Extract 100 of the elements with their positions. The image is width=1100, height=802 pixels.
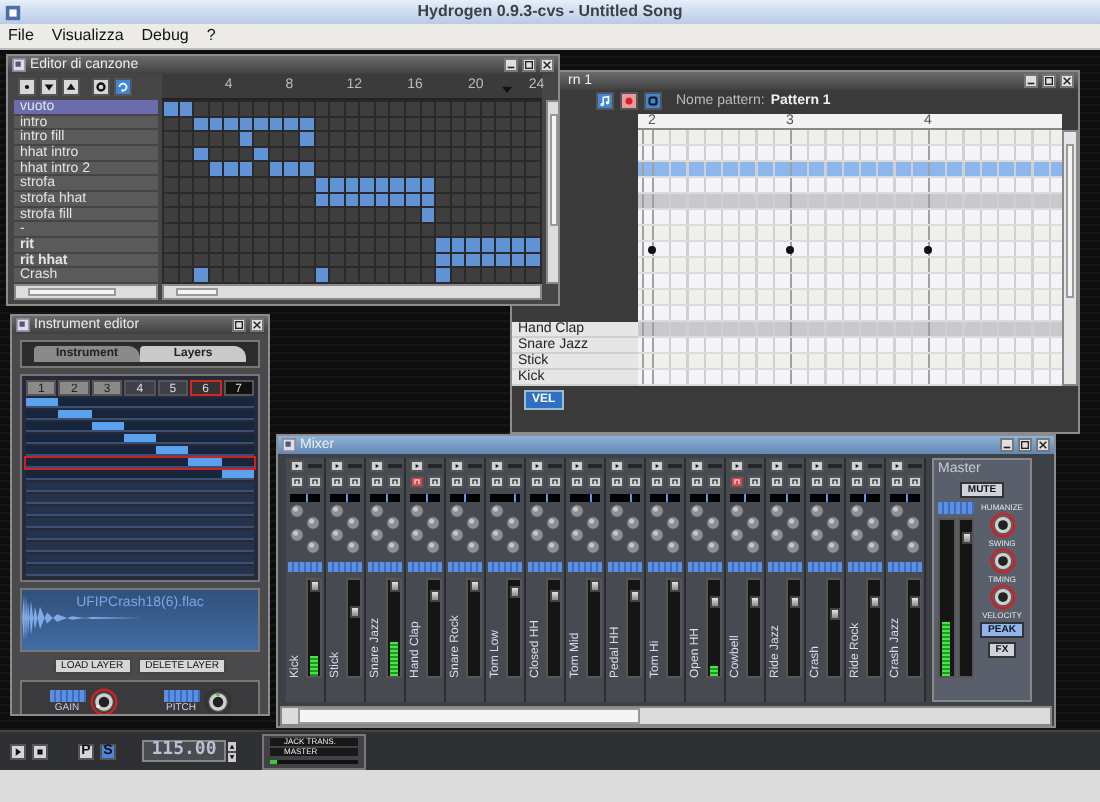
pattern-cell[interactable] — [466, 102, 480, 116]
pattern-cell[interactable] — [254, 162, 268, 176]
pattern-cell[interactable] — [451, 223, 465, 237]
pattern-cell[interactable] — [254, 268, 268, 282]
pattern-cell[interactable] — [209, 117, 223, 131]
fader-handle[interactable] — [630, 590, 640, 603]
square-button[interactable] — [644, 92, 662, 111]
pattern-cell[interactable] — [224, 117, 238, 131]
pattern-cell[interactable] — [164, 268, 178, 282]
pattern-cell[interactable] — [390, 162, 404, 176]
pattern-cell[interactable] — [345, 162, 359, 176]
play-sample-button[interactable] — [369, 460, 383, 472]
solo-button[interactable] — [707, 476, 721, 488]
pattern-cell[interactable] — [405, 223, 420, 237]
mute-button[interactable] — [649, 476, 663, 488]
pattern-cell[interactable] — [421, 102, 435, 116]
mute-button[interactable] — [729, 476, 743, 488]
pattern-cell[interactable] — [194, 177, 208, 191]
solo-button[interactable] — [667, 476, 681, 488]
layer-range[interactable] — [26, 410, 254, 420]
pattern-cell[interactable] — [481, 238, 495, 252]
pattern-cell[interactable] — [390, 177, 404, 191]
pattern-cell[interactable] — [526, 117, 540, 131]
pattern-cell[interactable] — [194, 147, 208, 161]
pattern-cell[interactable] — [451, 268, 465, 282]
pattern-cell[interactable] — [436, 177, 450, 191]
play-sample-button[interactable] — [609, 460, 623, 472]
fader-handle[interactable] — [870, 596, 880, 609]
pattern-cell[interactable] — [451, 238, 465, 252]
mute-button[interactable] — [409, 476, 423, 488]
fader-handle[interactable] — [962, 531, 972, 544]
pattern-cell[interactable] — [511, 102, 525, 116]
fader-handle[interactable] — [390, 580, 400, 592]
pattern-cell[interactable] — [390, 102, 404, 116]
pattern-cell[interactable] — [436, 162, 450, 176]
fader-handle[interactable] — [430, 590, 440, 603]
pattern-cell[interactable] — [526, 177, 540, 191]
pattern-cell[interactable] — [254, 117, 268, 131]
fader-handle[interactable] — [510, 585, 520, 598]
bpm-field[interactable]: 115.00 — [142, 740, 226, 762]
solo-button[interactable] — [547, 476, 561, 488]
solo-button[interactable] — [587, 476, 601, 488]
pattern-cell[interactable] — [405, 162, 420, 176]
pattern-cell[interactable] — [421, 208, 435, 222]
pattern-cell[interactable] — [421, 223, 435, 237]
play-sample-button[interactable] — [889, 460, 903, 472]
mute-button[interactable] — [569, 476, 583, 488]
mute-button[interactable] — [369, 476, 383, 488]
pattern-cell[interactable] — [496, 253, 510, 267]
ring-button[interactable] — [92, 78, 110, 96]
pattern-cell[interactable] — [330, 177, 344, 191]
pattern-cell[interactable] — [164, 162, 178, 176]
pattern-cell[interactable] — [300, 268, 314, 282]
maximize-button[interactable] — [1042, 74, 1056, 88]
pan-slider[interactable] — [850, 494, 880, 502]
layer-range[interactable] — [26, 470, 254, 480]
pattern-cell[interactable] — [164, 147, 178, 161]
solo-button[interactable] — [467, 476, 481, 488]
up-arrow-button[interactable] — [62, 78, 80, 96]
play-sample-button[interactable] — [569, 460, 583, 472]
note-button[interactable] — [596, 92, 614, 111]
pattern-cell[interactable] — [360, 268, 374, 282]
pattern-cell[interactable] — [300, 132, 314, 146]
pan-slider[interactable] — [290, 494, 320, 502]
pattern-cell[interactable] — [375, 177, 389, 191]
pattern-cell[interactable] — [436, 253, 450, 267]
maximize-button[interactable] — [232, 318, 246, 332]
note-dot[interactable] — [924, 245, 932, 254]
pattern-cell[interactable] — [345, 102, 359, 116]
pattern-cell[interactable] — [375, 193, 389, 207]
pattern-cell[interactable] — [451, 102, 465, 116]
pattern-cell[interactable] — [179, 253, 193, 267]
fader-handle[interactable] — [750, 596, 760, 609]
pattern-cell[interactable] — [315, 177, 329, 191]
pattern-cell[interactable] — [481, 102, 495, 116]
pattern-cell[interactable] — [421, 238, 435, 252]
note-dot[interactable] — [786, 245, 794, 254]
pattern-cell[interactable] — [179, 117, 193, 131]
play-sample-button[interactable] — [729, 460, 743, 472]
pattern-cell[interactable] — [239, 147, 253, 161]
pattern-cell[interactable] — [390, 268, 404, 282]
pattern-cell[interactable] — [466, 253, 480, 267]
pattern-cell[interactable] — [405, 208, 420, 222]
pattern-cell[interactable] — [224, 132, 238, 146]
pattern-cell[interactable] — [315, 132, 329, 146]
play-sample-button[interactable] — [449, 460, 463, 472]
pattern-cell[interactable] — [164, 208, 178, 222]
maximize-button[interactable] — [522, 58, 536, 72]
fader-handle[interactable] — [830, 607, 840, 620]
pattern-cell[interactable] — [511, 268, 525, 282]
pattern-cell[interactable] — [284, 268, 299, 282]
stop-button[interactable] — [32, 743, 48, 759]
knob[interactable] — [989, 548, 1015, 574]
mute-button[interactable] — [489, 476, 503, 488]
pattern-cell[interactable] — [451, 253, 465, 267]
pattern-cell[interactable] — [421, 162, 435, 176]
pan-slider[interactable] — [370, 494, 400, 502]
solo-button[interactable] — [747, 476, 761, 488]
pattern-cell[interactable] — [315, 208, 329, 222]
pattern-cell[interactable] — [209, 102, 223, 116]
